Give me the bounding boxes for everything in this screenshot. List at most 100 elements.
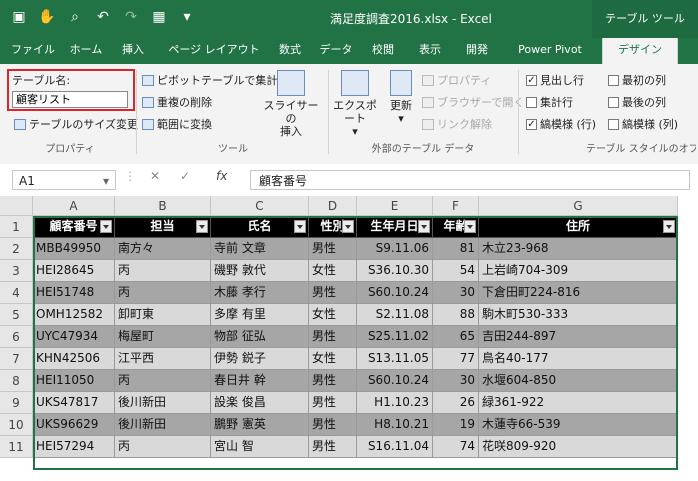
tab-developer[interactable]: 開発: [460, 38, 494, 64]
table-cell[interactable]: 女性: [309, 304, 357, 326]
table-cell[interactable]: S36.10.30: [357, 260, 433, 282]
table-cell[interactable]: 19: [433, 414, 479, 436]
table-cell[interactable]: HEI11050: [33, 370, 115, 392]
table-cell[interactable]: 設楽 俊昌: [211, 392, 309, 414]
column-header[interactable]: D: [309, 196, 357, 216]
tab-review[interactable]: 校閲: [366, 38, 400, 64]
table-cell[interactable]: 後川新田: [115, 392, 211, 414]
table-cell[interactable]: 春日井 幹: [211, 370, 309, 392]
table-cell[interactable]: UKS96629: [33, 414, 115, 436]
row-header[interactable]: 3: [0, 260, 33, 282]
row-header[interactable]: 9: [0, 392, 33, 414]
unlink-button[interactable]: リンク解除: [422, 116, 492, 132]
table-cell[interactable]: 鵬野 憲英: [211, 414, 309, 436]
undo-icon[interactable]: ↶: [94, 8, 112, 26]
table-cell[interactable]: 多摩 有里: [211, 304, 309, 326]
table-cell[interactable]: 吉田244-897: [479, 326, 678, 348]
resize-table-button[interactable]: テーブルのサイズ変更: [14, 116, 138, 132]
tab-view[interactable]: 表示: [414, 38, 446, 64]
filter-dropdown-icon[interactable]: [663, 220, 675, 233]
open-in-browser-button[interactable]: ブラウザーで開く: [422, 94, 524, 110]
table-cell[interactable]: 男性: [309, 414, 357, 436]
table-cell[interactable]: 寺前 文章: [211, 238, 309, 260]
tab-data[interactable]: データ: [316, 38, 356, 64]
column-header[interactable]: C: [211, 196, 309, 216]
refresh-button[interactable]: 更新 ▾: [384, 70, 418, 125]
table-cell[interactable]: OMH12582: [33, 304, 115, 326]
table-cell[interactable]: 54: [433, 260, 479, 282]
customize-qat-icon[interactable]: ▾: [178, 8, 196, 26]
convert-to-range-button[interactable]: 範囲に変換: [142, 116, 212, 132]
row-header[interactable]: 11: [0, 436, 33, 458]
table-cell[interactable]: 鳥名40-177: [479, 348, 678, 370]
table-cell[interactable]: 女性: [309, 260, 357, 282]
insert-slicer-button[interactable]: スライサーの 挿入: [262, 70, 320, 138]
table-cell[interactable]: 木藤 孝行: [211, 282, 309, 304]
table-cell[interactable]: HEI28645: [33, 260, 115, 282]
row-header[interactable]: 2: [0, 238, 33, 260]
table-cell[interactable]: 上岩崎704-309: [479, 260, 678, 282]
table-cell[interactable]: 丙: [115, 370, 211, 392]
row-header[interactable]: 4: [0, 282, 33, 304]
banded-rows-checkbox[interactable]: ✓ 縞模様 (行): [526, 116, 596, 132]
table-header-cell[interactable]: 住所: [479, 216, 678, 238]
table-cell[interactable]: 丙: [115, 260, 211, 282]
table-cell[interactable]: HEI57294: [33, 436, 115, 458]
row-header[interactable]: 5: [0, 304, 33, 326]
table-cell[interactable]: 駒木町530-333: [479, 304, 678, 326]
table-cell[interactable]: 65: [433, 326, 479, 348]
column-header[interactable]: G: [479, 196, 678, 216]
table-cell[interactable]: UKS47817: [33, 392, 115, 414]
table-cell[interactable]: 77: [433, 348, 479, 370]
tab-formulas[interactable]: 数式: [274, 38, 306, 64]
row-header[interactable]: 10: [0, 414, 33, 436]
table-header-cell[interactable]: 氏名: [211, 216, 309, 238]
filter-dropdown-icon[interactable]: [464, 220, 476, 233]
tab-power-pivot[interactable]: Power Pivot: [512, 38, 588, 64]
filter-dropdown-icon[interactable]: [294, 220, 306, 233]
table-cell[interactable]: HEI51748: [33, 282, 115, 304]
table-cell[interactable]: 後川新田: [115, 414, 211, 436]
table-cell[interactable]: H8.10.21: [357, 414, 433, 436]
table-cell[interactable]: 74: [433, 436, 479, 458]
touch-mode-icon[interactable]: ✋: [38, 8, 56, 26]
table-cell[interactable]: 南方々: [115, 238, 211, 260]
table-cell[interactable]: 丙: [115, 436, 211, 458]
table-cell[interactable]: S16.11.04: [357, 436, 433, 458]
select-all-corner[interactable]: [0, 196, 33, 216]
tab-page-layout[interactable]: ページ レイアウト: [160, 38, 268, 64]
name-box[interactable]: A1 ▾: [12, 170, 116, 190]
cancel-icon[interactable]: ✕: [150, 169, 160, 183]
table-cell[interactable]: S9.11.06: [357, 238, 433, 260]
table-cell[interactable]: 磯野 敦代: [211, 260, 309, 282]
save-icon[interactable]: ▣: [10, 8, 28, 26]
insert-function-icon[interactable]: fx: [216, 169, 227, 183]
table-cell[interactable]: 物部 征弘: [211, 326, 309, 348]
worksheet-grid[interactable]: A B C D E F G 1 顧客番号 担当 氏名 性別 生年月日 年齢 住所 2 MBB49950 南方々 寺前…: [0, 196, 698, 481]
table-cell[interactable]: 緑361-922: [479, 392, 678, 414]
table-header-cell[interactable]: 顧客番号: [33, 216, 115, 238]
table-cell[interactable]: 丙: [115, 282, 211, 304]
table-cell[interactable]: 卸町東: [115, 304, 211, 326]
first-column-checkbox[interactable]: 最初の列: [608, 72, 666, 88]
table-cell[interactable]: 伊勢 鋭子: [211, 348, 309, 370]
row-header[interactable]: 7: [0, 348, 33, 370]
table-cell[interactable]: 女性: [309, 348, 357, 370]
table-cell[interactable]: 水堰604-850: [479, 370, 678, 392]
table-cell[interactable]: 30: [433, 370, 479, 392]
table-cell[interactable]: 梅屋町: [115, 326, 211, 348]
table-header-cell[interactable]: 性別: [309, 216, 357, 238]
enter-icon[interactable]: ✓: [180, 169, 190, 183]
filter-dropdown-icon[interactable]: [342, 220, 354, 233]
summarize-pivot-button[interactable]: ピボットテーブルで集計: [142, 72, 277, 88]
row-header[interactable]: 1: [0, 216, 33, 238]
table-header-cell[interactable]: 担当: [115, 216, 211, 238]
table-cell[interactable]: 男性: [309, 370, 357, 392]
banded-columns-checkbox[interactable]: 縞模様 (列): [608, 116, 678, 132]
redo-icon[interactable]: ↷: [122, 8, 140, 26]
external-properties-button[interactable]: プロパティ: [422, 72, 491, 88]
table-cell[interactable]: S60.10.24: [357, 370, 433, 392]
filter-dropdown-icon[interactable]: [418, 220, 430, 233]
table-cell[interactable]: 花咲809-920: [479, 436, 678, 458]
table-cell[interactable]: MBB49950: [33, 238, 115, 260]
